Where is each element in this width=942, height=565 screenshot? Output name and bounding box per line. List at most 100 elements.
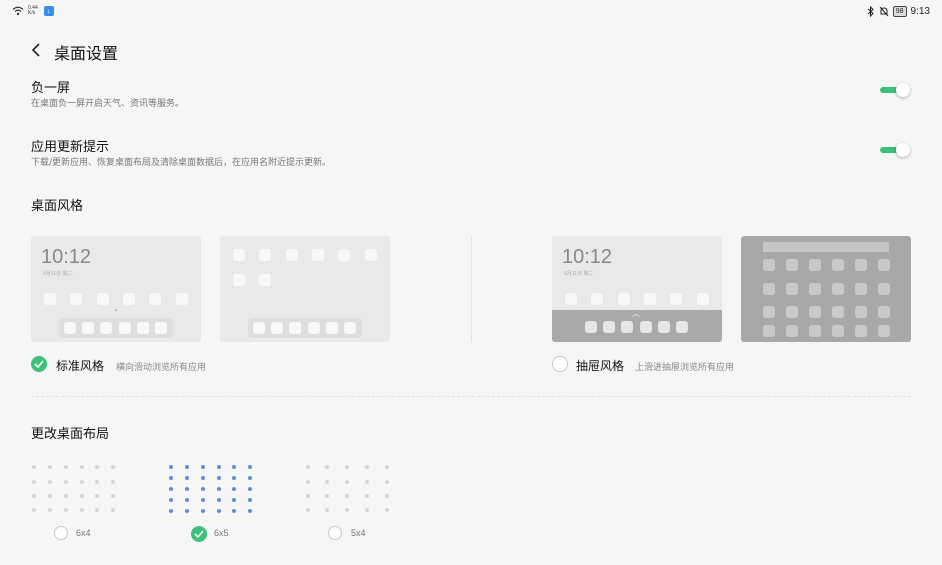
app-icon bbox=[149, 293, 161, 305]
setting-description: 在桌面负一屏开启天气、资讯等服务。 bbox=[31, 99, 185, 109]
clock: 9:13 bbox=[910, 6, 930, 17]
dock-icon bbox=[253, 322, 265, 334]
grid-dot bbox=[217, 476, 221, 480]
app-icon bbox=[809, 306, 821, 318]
layout-grid-5x4[interactable] bbox=[305, 464, 391, 512]
app-icon bbox=[855, 325, 867, 337]
grid-dot bbox=[111, 494, 115, 498]
grid-dot bbox=[201, 465, 205, 469]
back-button[interactable] bbox=[24, 38, 48, 62]
dock-icon bbox=[82, 322, 94, 334]
app-icon bbox=[786, 259, 798, 271]
grid-dot bbox=[185, 465, 189, 469]
grid-dot bbox=[306, 480, 310, 484]
grid-dot bbox=[217, 498, 221, 502]
grid-dot bbox=[169, 476, 173, 480]
grid-dot bbox=[385, 465, 389, 469]
dock-icon bbox=[585, 321, 597, 333]
dock-icon bbox=[119, 322, 131, 334]
layout-5x4-label: 5x4 bbox=[351, 528, 366, 538]
app-icon bbox=[786, 306, 798, 318]
layout-grid-6x5[interactable] bbox=[168, 465, 254, 513]
standard-style-preview-apps[interactable] bbox=[220, 236, 390, 342]
layout-5x4-radio-icon bbox=[328, 526, 342, 540]
app-update-hint-toggle[interactable] bbox=[880, 143, 911, 157]
status-bar: 0.44 K/s ↓ 98 9:13 bbox=[0, 0, 942, 26]
grid-dot bbox=[385, 494, 389, 498]
grid-dot bbox=[248, 498, 252, 502]
grid-dot bbox=[185, 476, 189, 480]
drawer-style-option[interactable]: 抽屉风格 上滑进抽屉浏览所有应用 bbox=[552, 356, 752, 374]
app-icon bbox=[786, 325, 798, 337]
app-icon bbox=[786, 283, 798, 295]
network-speed: 0.44 K/s bbox=[28, 6, 38, 16]
grid-dot bbox=[365, 480, 369, 484]
layout-option-6x5[interactable]: 6x5 bbox=[191, 526, 241, 542]
grid-dot bbox=[111, 480, 115, 484]
grid-dot bbox=[48, 508, 52, 512]
preview-dock bbox=[59, 318, 173, 338]
app-icon bbox=[233, 274, 245, 286]
app-icon bbox=[878, 259, 890, 271]
layout-option-6x4[interactable]: 6x4 bbox=[54, 526, 104, 542]
grid-dot bbox=[185, 498, 189, 502]
grid-dot bbox=[185, 509, 189, 513]
dock-icon bbox=[603, 321, 615, 333]
drawer-style-radio-icon bbox=[552, 356, 568, 372]
grid-dot bbox=[169, 465, 173, 469]
dock-icon bbox=[289, 322, 301, 334]
grid-dot bbox=[325, 465, 329, 469]
app-icon bbox=[618, 293, 630, 305]
notification-icon: ↓ bbox=[43, 6, 54, 16]
grid-dot bbox=[95, 508, 99, 512]
app-icon bbox=[338, 249, 350, 261]
grid-dot bbox=[32, 480, 36, 484]
drawer-style-preview-home[interactable]: 10:12 6月11日 周二 ︿ bbox=[552, 236, 722, 342]
grid-dot bbox=[365, 494, 369, 498]
grid-dot bbox=[169, 487, 173, 491]
dock-icon bbox=[326, 322, 338, 334]
grid-dot bbox=[201, 498, 205, 502]
standard-style-description: 横向滑动浏览所有应用 bbox=[116, 363, 207, 373]
grid-dot bbox=[232, 465, 236, 469]
layout-6x4-radio-icon bbox=[54, 526, 68, 540]
app-icon bbox=[565, 293, 577, 305]
status-right: 98 9:13 bbox=[867, 6, 930, 17]
standard-style-option[interactable]: 标准风格 横向滑动浏览所有应用 bbox=[31, 356, 231, 374]
toggle-thumb bbox=[896, 143, 910, 157]
drawer-style-label: 抽屉风格 bbox=[576, 359, 625, 373]
preview-clock: 10:12 bbox=[562, 246, 613, 268]
grid-dot bbox=[232, 476, 236, 480]
status-left: 0.44 K/s ↓ bbox=[12, 6, 54, 16]
dock-icon bbox=[271, 322, 283, 334]
grid-dot bbox=[365, 508, 369, 512]
grid-dot bbox=[111, 508, 115, 512]
layout-grid-6x4[interactable] bbox=[31, 464, 117, 512]
drawer-style-preview-drawer[interactable] bbox=[741, 236, 911, 342]
app-icon bbox=[286, 249, 298, 261]
app-icon bbox=[832, 306, 844, 318]
grid-dot bbox=[80, 465, 84, 469]
desktop-style-title: 桌面风格 bbox=[31, 199, 84, 214]
minus-one-screen-toggle[interactable] bbox=[880, 83, 911, 97]
preview-date: 6月11日 周二 bbox=[43, 271, 73, 277]
app-icon bbox=[697, 293, 709, 305]
dock-icon bbox=[308, 322, 320, 334]
grid-dot bbox=[64, 480, 68, 484]
grid-dot bbox=[306, 465, 310, 469]
standard-style-preview-home[interactable]: 10:12 6月11日 周二 bbox=[31, 236, 201, 342]
grid-dot bbox=[248, 476, 252, 480]
grid-dot bbox=[201, 476, 205, 480]
grid-dot bbox=[232, 509, 236, 513]
grid-dot bbox=[248, 487, 252, 491]
app-icon bbox=[312, 249, 324, 261]
app-icon bbox=[763, 306, 775, 318]
grid-dot bbox=[111, 465, 115, 469]
section-divider bbox=[31, 396, 911, 397]
layout-option-5x4[interactable]: 5x4 bbox=[328, 526, 378, 542]
chevron-left-icon bbox=[31, 43, 40, 57]
title-bar: 桌面设置 bbox=[0, 36, 942, 66]
standard-style-check-icon bbox=[31, 356, 47, 372]
app-icon bbox=[878, 283, 890, 295]
layout-6x5-check-icon bbox=[191, 526, 207, 542]
